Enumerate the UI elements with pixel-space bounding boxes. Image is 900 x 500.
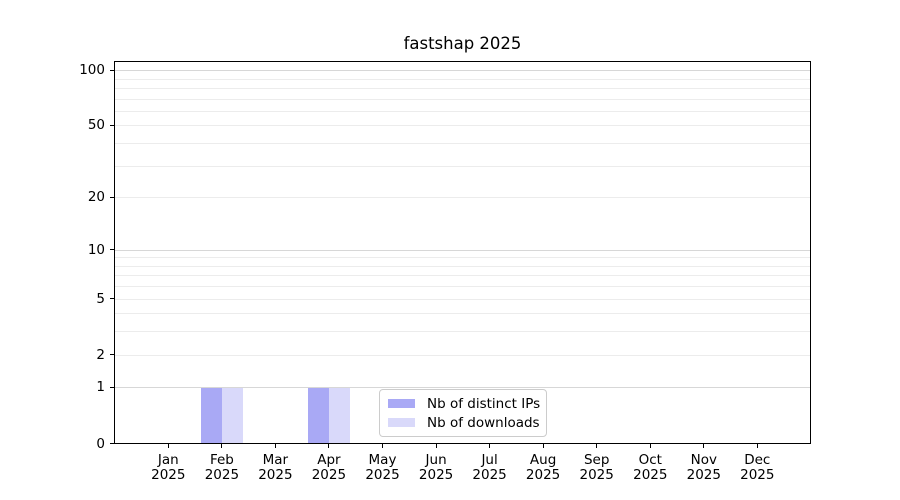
y-tick: [110, 70, 114, 71]
y-gridline: [115, 70, 810, 71]
y-gridline: [115, 275, 810, 276]
legend-item-downloads: Nb of downloads: [388, 415, 546, 431]
figure: fastshap 2025 Nb of distinct IPs Nb of d…: [0, 0, 900, 500]
x-tick: [275, 444, 276, 448]
y-gridline: [115, 197, 810, 198]
y-tick: [110, 443, 114, 444]
y-tick: [110, 197, 114, 198]
legend: Nb of distinct IPs Nb of downloads: [379, 389, 547, 437]
y-gridline: [115, 88, 810, 89]
y-gridline: [115, 313, 810, 314]
x-tick: [596, 444, 597, 448]
y-tick: [110, 298, 114, 299]
legend-item-distinct-ips: Nb of distinct IPs: [388, 396, 546, 412]
y-gridline: [115, 299, 810, 300]
y-tick-label: 0: [39, 436, 105, 452]
y-tick-label: 1: [39, 379, 105, 395]
chart-title: fastshap 2025: [114, 34, 811, 53]
y-tick: [110, 354, 114, 355]
y-gridline: [115, 143, 810, 144]
x-tick: [436, 444, 437, 448]
y-gridline: [115, 111, 810, 112]
y-tick-label: 50: [39, 117, 105, 133]
bar-downloads: [329, 388, 350, 443]
y-tick-label: 10: [39, 242, 105, 258]
x-tick: [382, 444, 383, 448]
x-tick: [221, 444, 222, 448]
y-gridline: [115, 266, 810, 267]
x-tick-label: Dec 2025: [725, 453, 789, 484]
y-tick: [110, 387, 114, 388]
y-tick-label: 2: [39, 347, 105, 363]
y-tick: [110, 249, 114, 250]
bar-distinct-ips: [201, 388, 222, 443]
y-gridline: [115, 355, 810, 356]
y-gridline: [115, 250, 810, 251]
legend-swatch-downloads: [388, 418, 415, 427]
y-gridline: [115, 99, 810, 100]
x-tick: [168, 444, 169, 448]
y-tick-label: 100: [39, 62, 105, 78]
y-gridline: [115, 286, 810, 287]
x-tick: [543, 444, 544, 448]
x-tick: [703, 444, 704, 448]
legend-label-downloads: Nb of downloads: [427, 415, 540, 431]
bar-distinct-ips: [308, 388, 329, 443]
y-gridline: [115, 257, 810, 258]
x-tick: [757, 444, 758, 448]
legend-label-distinct-ips: Nb of distinct IPs: [427, 396, 540, 412]
x-tick: [650, 444, 651, 448]
x-tick: [328, 444, 329, 448]
bar-downloads: [222, 388, 243, 443]
x-tick: [489, 444, 490, 448]
y-tick-label: 20: [39, 189, 105, 205]
y-tick-label: 5: [39, 291, 105, 307]
y-tick: [110, 125, 114, 126]
y-gridline: [115, 166, 810, 167]
y-gridline: [115, 331, 810, 332]
legend-swatch-distinct-ips: [388, 399, 415, 408]
y-gridline: [115, 79, 810, 80]
plot-area: Nb of distinct IPs Nb of downloads: [114, 61, 811, 444]
y-gridline: [115, 125, 810, 126]
